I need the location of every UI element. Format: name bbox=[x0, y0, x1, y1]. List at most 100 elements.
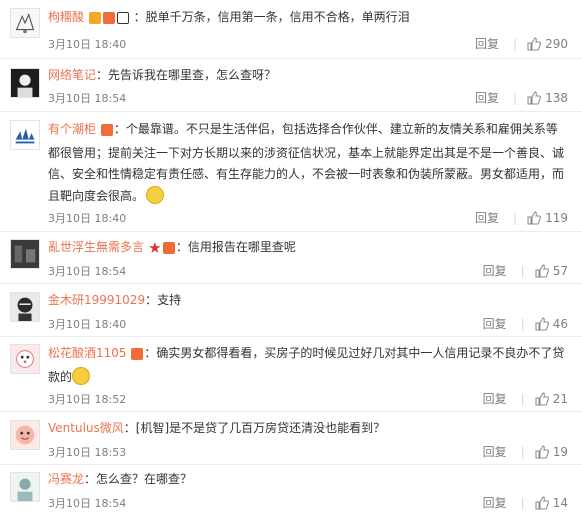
divider: | bbox=[513, 211, 518, 225]
like-count: 21 bbox=[552, 392, 568, 406]
verified-v-icon bbox=[88, 12, 101, 24]
username-link[interactable]: 网络笔记 bbox=[48, 68, 96, 82]
comment-actions: 回复 | 14 bbox=[483, 494, 568, 511]
comment-text: ：个最靠谱。不只是生活伴侣，包括选择合作伙伴、建立新的友情关系和雇佣关系等 bbox=[113, 122, 558, 136]
avatar[interactable] bbox=[10, 8, 40, 38]
star-icon bbox=[149, 242, 161, 253]
reply-button[interactable]: 回复 bbox=[475, 211, 499, 225]
reply-button[interactable]: 回复 bbox=[483, 496, 507, 510]
comment-time: 3月10日 18:40 bbox=[48, 38, 127, 51]
comment-actions: 回复 | 290 bbox=[475, 35, 568, 52]
smile-emoji-icon bbox=[146, 185, 165, 204]
username-link[interactable]: 金木研19991029 bbox=[48, 293, 145, 307]
like-count: 19 bbox=[552, 445, 568, 459]
like-count: 14 bbox=[552, 496, 568, 510]
comment-actions: 回复 | 57 bbox=[483, 262, 568, 279]
avatar[interactable] bbox=[10, 472, 40, 502]
reply-button[interactable]: 回复 bbox=[483, 264, 507, 278]
comment-item: 金木研19991029：支持 3月10日 18:40 回复 | 46 bbox=[0, 284, 582, 337]
vip-badge-icon bbox=[100, 124, 113, 136]
comment-time: 3月10日 18:40 bbox=[48, 318, 127, 331]
comment-actions: 回复 | 119 bbox=[475, 209, 568, 226]
comment-text: ：[机智]是不是贷了几百万房贷还清没也能看到？ bbox=[123, 421, 386, 435]
comment-actions: 回复 | 19 bbox=[483, 443, 568, 460]
comment-text: 款的 bbox=[48, 370, 73, 384]
comment-item: 松花酿酒1105 ：确实男女都得看看，买房子的时候见过好几对其中一人信用记录不良… bbox=[0, 337, 582, 412]
comment-body: 网络笔记：先告诉我在哪里查，怎么查呀？ bbox=[48, 65, 568, 86]
divider: | bbox=[520, 496, 525, 510]
thumbs-up-icon bbox=[527, 91, 542, 105]
comment-time: 3月10日 18:54 bbox=[48, 497, 127, 510]
comment-text: ：信用报告在哪里查呢 bbox=[175, 240, 296, 254]
reply-button[interactable]: 回复 bbox=[475, 37, 499, 51]
like-count: 138 bbox=[545, 91, 568, 105]
thumbs-up-icon bbox=[535, 445, 549, 459]
like-button[interactable]: 57 bbox=[535, 264, 568, 278]
badge-icons bbox=[148, 239, 176, 260]
like-button[interactable]: 119 bbox=[527, 211, 568, 225]
username-link[interactable]: 亂世浮生無需多言 bbox=[48, 240, 144, 254]
avatar[interactable] bbox=[10, 420, 40, 450]
laughing-emoji-icon bbox=[72, 367, 91, 385]
like-button[interactable]: 19 bbox=[535, 445, 568, 459]
vip-badge-icon bbox=[162, 242, 175, 254]
divider: | bbox=[520, 392, 525, 406]
reply-button[interactable]: 回复 bbox=[483, 392, 507, 406]
thumbs-up-icon bbox=[535, 264, 549, 278]
divider: | bbox=[520, 445, 525, 459]
like-button[interactable]: 14 bbox=[535, 496, 568, 510]
badge-icons bbox=[88, 9, 130, 30]
comment-time: 3月10日 18:54 bbox=[48, 92, 127, 105]
comment-time: 3月10日 18:40 bbox=[48, 212, 127, 225]
vip-badge-icon bbox=[131, 348, 144, 360]
comment-actions: 回复 | 138 bbox=[475, 89, 568, 106]
avatar[interactable] bbox=[10, 120, 40, 150]
comment-text: 信、安全和性情稳定有责任感、有生存能力的人，不会被一时表象和伪装所蒙蔽。男女都适… bbox=[48, 167, 565, 181]
comment-time: 3月10日 18:52 bbox=[48, 393, 127, 406]
avatar[interactable] bbox=[10, 344, 40, 374]
username-link[interactable]: 冯赛龙 bbox=[48, 472, 84, 486]
comment-text: 且靶向度会很高。 bbox=[48, 188, 145, 203]
badge-icons bbox=[130, 344, 144, 366]
comment-actions: 回复 | 46 bbox=[483, 315, 568, 332]
avatar[interactable] bbox=[10, 239, 40, 269]
divider: | bbox=[520, 317, 525, 331]
thumbs-up-icon bbox=[535, 392, 549, 406]
comment-item: 网络笔记：先告诉我在哪里查，怎么查呀？ 3月10日 18:54 回复 | 138 bbox=[0, 59, 582, 112]
thumbs-up-icon bbox=[527, 211, 542, 225]
reply-button[interactable]: 回复 bbox=[475, 91, 499, 105]
thumbs-up-icon bbox=[535, 317, 549, 331]
username-link[interactable]: 松花酿酒1105 bbox=[48, 346, 127, 360]
username-link[interactable]: 枸糥酸 bbox=[48, 10, 84, 24]
comment-item: Ventulus微风：[机智]是不是贷了几百万房贷还清没也能看到？ 3月10日 … bbox=[0, 412, 582, 465]
comment-text: ：支持 bbox=[145, 293, 182, 307]
avatar[interactable] bbox=[10, 292, 40, 322]
comment-item: 有个潮柜 ：个最靠谱。不只是生活伴侣，包括选择合作伙伴、建立新的友情关系和雇佣关… bbox=[0, 112, 582, 232]
comment-item: 枸糥酸 ：脱单千万条，信用第一条，信用不合格，单两行泪 3月10日 18:40 … bbox=[0, 0, 582, 59]
divider: | bbox=[513, 37, 518, 51]
comment-body: 有个潮柜 ：个最靠谱。不只是生活伴侣，包括选择合作伙伴、建立新的友情关系和雇佣关… bbox=[48, 119, 568, 207]
comment-body: Ventulus微风：[机智]是不是贷了几百万房贷还清没也能看到？ bbox=[48, 418, 568, 439]
username-link[interactable]: Ventulus微风 bbox=[48, 421, 124, 435]
comment-text: 都很管用；提前关注一下对方长期以来的涉资征信状况，基本上就能界定出其是不是一个善… bbox=[48, 145, 565, 160]
avatar[interactable] bbox=[10, 68, 40, 98]
comment-body: 枸糥酸 ：脱单千万条，信用第一条，信用不合格，单两行泪 bbox=[48, 7, 568, 30]
divider: | bbox=[520, 264, 525, 278]
like-button[interactable]: 290 bbox=[527, 37, 568, 51]
comment-text: ：先告诉我在哪里查，怎么查呀？ bbox=[96, 68, 277, 82]
comment-text: ：怎么查？在哪查？ bbox=[84, 472, 193, 486]
username-link[interactable]: 有个潮柜 bbox=[48, 122, 96, 136]
comment-item: 亂世浮生無需多言 ：信用报告在哪里查呢 3月10日 18:54 回复 | 57 bbox=[0, 232, 582, 284]
like-button[interactable]: 46 bbox=[535, 317, 568, 331]
panda-icon bbox=[116, 12, 129, 24]
comment-body: 松花酿酒1105 ：确实男女都得看看，买房子的时候见过好几对其中一人信用记录不良… bbox=[48, 342, 568, 388]
like-button[interactable]: 138 bbox=[527, 91, 568, 105]
like-button[interactable]: 21 bbox=[535, 392, 568, 406]
comment-body: 冯赛龙：怎么查？在哪查？ bbox=[48, 469, 568, 490]
comment-body: 亂世浮生無需多言 ：信用报告在哪里查呢 bbox=[48, 237, 568, 260]
reply-button[interactable]: 回复 bbox=[483, 317, 507, 331]
like-count: 46 bbox=[552, 317, 568, 331]
comment-time: 3月10日 18:54 bbox=[48, 265, 127, 278]
reply-button[interactable]: 回复 bbox=[483, 445, 507, 459]
comment-text: ：确实男女都得看看，买房子的时候见过好几对其中一人信用记录不良办不了贷 bbox=[144, 346, 565, 360]
